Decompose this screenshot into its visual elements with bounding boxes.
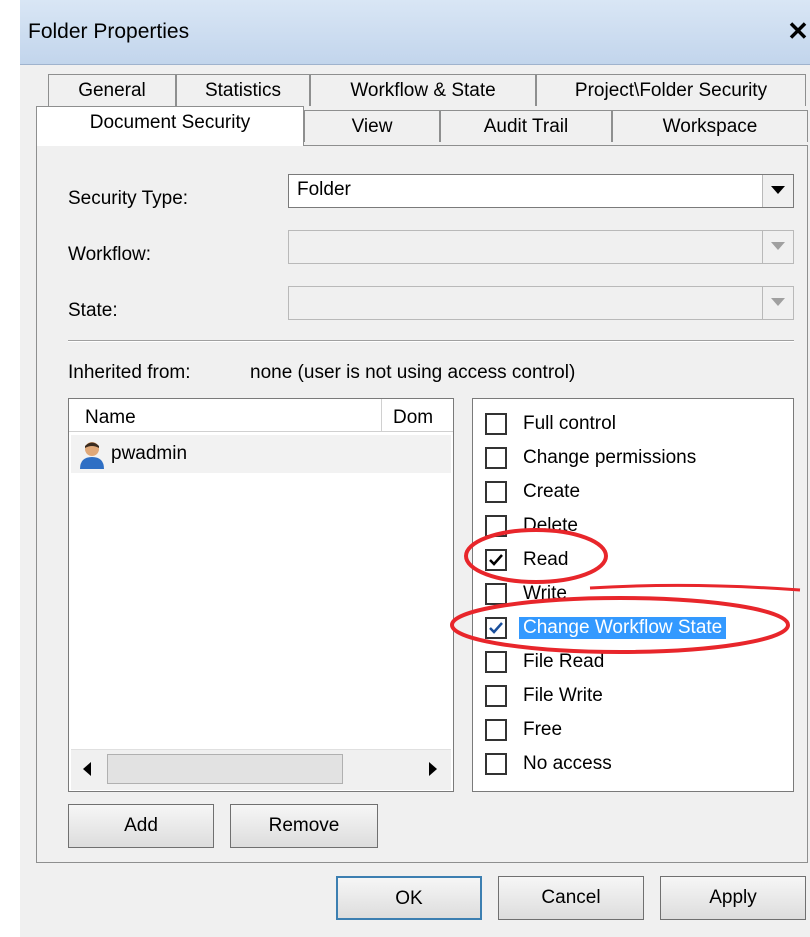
add-button[interactable]: Add — [68, 804, 214, 848]
security-type-value: Folder — [297, 179, 351, 200]
chevron-down-icon[interactable] — [762, 231, 793, 263]
permissions-list[interactable]: Full control Change permissions Create D… — [472, 398, 794, 792]
permission-label: File Write — [523, 685, 603, 706]
tab-workspace[interactable]: Workspace — [612, 110, 808, 142]
checkbox[interactable] — [485, 583, 507, 605]
tab-general[interactable]: General — [48, 74, 176, 106]
inherited-from-label: Inherited from: — [68, 362, 191, 383]
checkbox[interactable] — [485, 753, 507, 775]
permission-file-read[interactable]: File Read — [485, 649, 785, 679]
scrollbar-thumb[interactable] — [107, 754, 343, 784]
tab-document-security[interactable]: Document Security — [36, 106, 304, 146]
title-bar: Folder Properties ✕ — [20, 0, 810, 65]
checkbox[interactable] — [485, 651, 507, 673]
horizontal-scrollbar[interactable] — [71, 749, 451, 790]
permission-label: Change permissions — [523, 447, 697, 468]
cancel-button[interactable]: Cancel — [498, 876, 644, 920]
checkbox[interactable] — [485, 481, 507, 503]
ok-button[interactable]: OK — [336, 876, 482, 920]
permission-label: Change Workflow State — [519, 617, 727, 639]
list-header: Name Dom — [69, 399, 453, 432]
permission-free[interactable]: Free — [485, 717, 785, 747]
apply-button[interactable]: Apply — [660, 876, 806, 920]
chevron-down-icon[interactable] — [762, 287, 793, 319]
permission-label: Delete — [523, 515, 578, 536]
permission-change-permissions[interactable]: Change permissions — [485, 445, 785, 475]
permission-read[interactable]: Read — [485, 547, 785, 577]
tab-project-folder-security[interactable]: Project\Folder Security — [536, 74, 806, 106]
checkbox-checked[interactable] — [485, 549, 507, 571]
column-divider[interactable] — [381, 399, 382, 431]
folder-properties-dialog: Folder Properties ✕ General Statistics W… — [20, 0, 810, 937]
tab-statistics[interactable]: Statistics — [176, 74, 310, 106]
permission-write[interactable]: Write — [485, 581, 785, 611]
permission-delete[interactable]: Delete — [485, 513, 785, 543]
list-item[interactable]: pwadmin — [71, 435, 451, 473]
workflow-label: Workflow: — [68, 244, 152, 265]
checkbox-checked[interactable] — [485, 617, 507, 639]
permission-label: Write — [523, 583, 567, 604]
tab-workflow-state[interactable]: Workflow & State — [310, 74, 536, 106]
column-header-name[interactable]: Name — [85, 407, 136, 429]
security-type-label: Security Type: — [68, 188, 189, 209]
permission-file-write[interactable]: File Write — [485, 683, 785, 713]
checkbox[interactable] — [485, 515, 507, 537]
state-select[interactable] — [288, 286, 794, 320]
tab-audit-trail[interactable]: Audit Trail — [440, 110, 612, 142]
permission-full-control[interactable]: Full control — [485, 411, 785, 441]
remove-button[interactable]: Remove — [230, 804, 378, 848]
tab-view[interactable]: View — [304, 110, 440, 142]
user-list[interactable]: Name Dom pwadmin — [68, 398, 454, 792]
user-icon — [80, 442, 104, 469]
check-icon — [489, 554, 503, 566]
checkbox[interactable] — [485, 447, 507, 469]
permission-label: File Read — [523, 651, 605, 672]
workflow-select[interactable] — [288, 230, 794, 264]
checkbox[interactable] — [485, 413, 507, 435]
permission-no-access[interactable]: No access — [485, 751, 785, 781]
permission-label: Full control — [523, 413, 616, 434]
permission-create[interactable]: Create — [485, 479, 785, 509]
scroll-right-icon[interactable] — [415, 752, 449, 786]
permission-label: Read — [523, 549, 569, 570]
security-type-select[interactable]: Folder — [288, 174, 794, 208]
state-label: State: — [68, 300, 118, 321]
divider — [68, 340, 794, 342]
permission-change-workflow-state[interactable]: Change Workflow State — [485, 615, 785, 645]
permission-label: Create — [523, 481, 581, 502]
check-icon — [489, 622, 503, 634]
checkbox[interactable] — [485, 719, 507, 741]
column-header-domain[interactable]: Dom — [393, 407, 433, 429]
user-name: pwadmin — [111, 443, 188, 464]
close-icon[interactable]: ✕ — [786, 16, 810, 46]
scroll-left-icon[interactable] — [71, 752, 105, 786]
permission-label: No access — [523, 753, 612, 774]
window-title: Folder Properties — [28, 20, 190, 43]
permission-label: Free — [523, 719, 563, 740]
chevron-down-icon[interactable] — [762, 175, 793, 207]
checkbox[interactable] — [485, 685, 507, 707]
inherited-from-value: none (user is not using access control) — [250, 362, 576, 383]
